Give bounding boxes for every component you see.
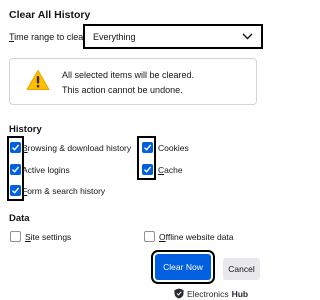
checkbox-cookies[interactable] <box>142 142 153 153</box>
warning-triangle-icon <box>26 70 50 90</box>
checkmark-icon <box>12 144 20 151</box>
checkmark-icon <box>12 166 20 173</box>
history-heading: History <box>9 124 42 135</box>
time-range-select[interactable]: Everything <box>83 24 263 49</box>
checkmark-icon <box>144 144 152 151</box>
cancel-button[interactable]: Cancel <box>223 258 260 280</box>
label-browsing-download-history[interactable]: Browsing & download history <box>22 143 131 153</box>
checkbox-site-settings[interactable] <box>10 231 21 242</box>
label-site-settings[interactable]: Site settings <box>25 232 71 242</box>
shield-logo-icon <box>174 288 184 299</box>
chevron-down-icon <box>242 33 253 40</box>
label-cookies[interactable]: Cookies <box>158 143 189 153</box>
checkbox-form-search-history[interactable] <box>10 185 21 196</box>
watermark-text-part2: Hub <box>231 288 249 299</box>
warning-text-line2: This action cannot be undone. <box>62 85 183 95</box>
warning-text-line1: All selected items will be cleared. <box>62 70 195 80</box>
label-offline-website-data[interactable]: Offline website data <box>159 232 234 242</box>
checkmark-icon <box>12 187 20 194</box>
checkbox-active-logins[interactable] <box>10 164 21 175</box>
checkbox-cache[interactable] <box>142 164 153 175</box>
label-active-logins[interactable]: Active logins <box>22 165 70 175</box>
label-form-search-history[interactable]: Form & search history <box>22 186 105 196</box>
checkbox-offline-website-data[interactable] <box>144 231 155 242</box>
checkmark-icon <box>144 166 152 173</box>
watermark-text-part1: Electronics <box>187 288 229 299</box>
label-cache[interactable]: Cache <box>158 165 183 175</box>
checkbox-browsing-download-history[interactable] <box>10 142 21 153</box>
data-heading: Data <box>9 213 30 224</box>
clear-now-button[interactable]: Clear Now <box>151 250 215 284</box>
watermark: Electronics Hub <box>174 288 248 299</box>
time-range-label: Time range to clear: <box>9 32 89 42</box>
dialog-title: Clear All History <box>9 9 91 21</box>
time-range-value: Everything <box>93 31 136 42</box>
